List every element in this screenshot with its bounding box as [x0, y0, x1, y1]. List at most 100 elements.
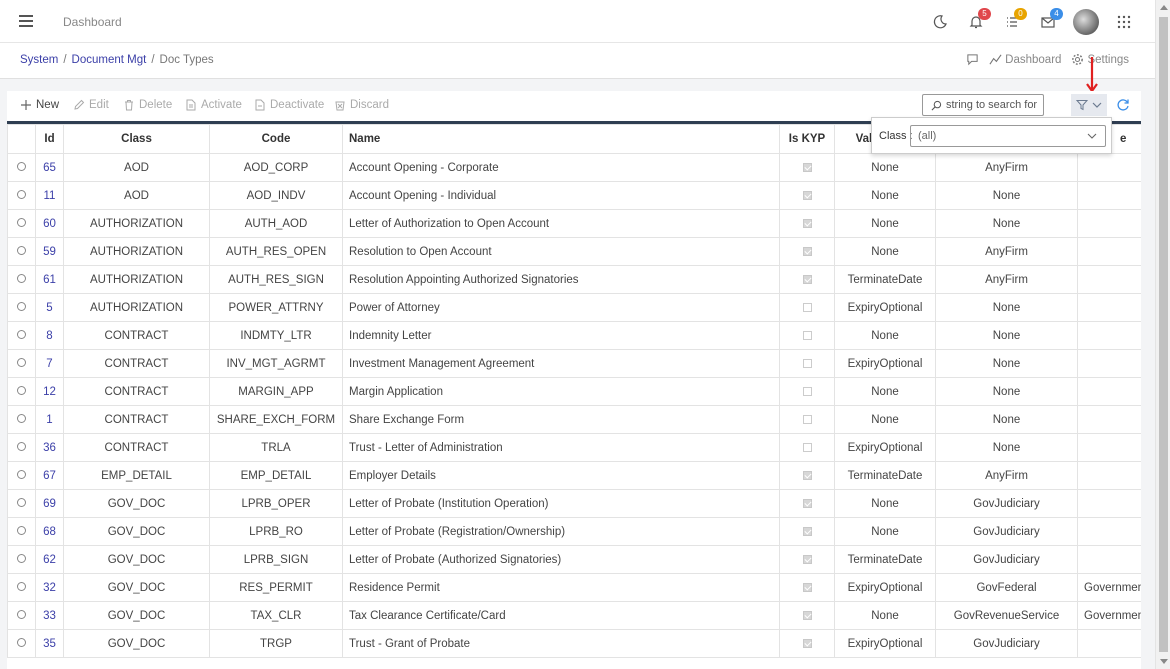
radio-button[interactable]: [17, 301, 26, 311]
cell-id[interactable]: 8: [35, 321, 64, 350]
user-avatar[interactable]: [1073, 9, 1099, 35]
cell-scope: None: [935, 349, 1078, 378]
cell-id[interactable]: 11: [35, 181, 64, 210]
cell-id[interactable]: 68: [35, 517, 64, 546]
table-row[interactable]: 69 GOV_DOC LPRB_OPER Letter of Probate (Ins…: [7, 489, 1141, 518]
search-input[interactable]: [946, 99, 1038, 111]
radio-button[interactable]: [17, 553, 26, 563]
discard-button[interactable]: Discard: [334, 99, 389, 111]
breadcrumb-system[interactable]: System: [20, 54, 58, 66]
cell-id[interactable]: 69: [35, 489, 64, 518]
cell-id[interactable]: 61: [35, 265, 64, 294]
menu-icon[interactable]: [19, 15, 33, 27]
cell-id[interactable]: 36: [35, 433, 64, 462]
table-row[interactable]: 8 CONTRACT INDMTY_LTR Indemnity Letter None N…: [7, 321, 1141, 350]
activate-button[interactable]: Activate: [185, 99, 242, 111]
cell-scope: GovJudiciary: [935, 629, 1078, 658]
cell-id[interactable]: 65: [35, 153, 64, 182]
cell-extra: [1077, 461, 1141, 490]
radio-button[interactable]: [17, 273, 26, 283]
cell-code: SHARE_EXCH_FORM: [209, 405, 343, 434]
column-header-is-kyp[interactable]: Is KYP: [779, 124, 835, 154]
radio-button[interactable]: [17, 385, 26, 395]
cell-class: AOD: [63, 153, 210, 182]
cell-class: GOV_DOC: [63, 489, 210, 518]
cell-id[interactable]: 12: [35, 377, 64, 406]
radio-button[interactable]: [17, 581, 26, 591]
filter-button[interactable]: [1071, 94, 1107, 116]
new-button[interactable]: New: [20, 99, 59, 111]
radio-button[interactable]: [17, 217, 26, 227]
scrollbar-thumb[interactable]: [1159, 17, 1168, 652]
apps-grid-icon[interactable]: [1113, 11, 1135, 33]
radio-button[interactable]: [17, 525, 26, 535]
table-row[interactable]: 36 CONTRACT TRLA Trust - Letter of Administ…: [7, 433, 1141, 462]
breadcrumb-document-mgt[interactable]: Document Mgt: [72, 54, 147, 66]
tasks-list-icon[interactable]: 0: [1001, 8, 1027, 33]
dashboard-link[interactable]: Dashboard: [989, 53, 1061, 66]
radio-button[interactable]: [17, 161, 26, 171]
radio-button[interactable]: [17, 497, 26, 507]
cell-extra: [1077, 321, 1141, 350]
radio-button[interactable]: [17, 329, 26, 339]
cell-id[interactable]: 7: [35, 349, 64, 378]
table-row[interactable]: 1 CONTRACT SHARE_EXCH_FORM Share Exchange F…: [7, 405, 1141, 434]
cell-id[interactable]: 67: [35, 461, 64, 490]
page-scrollbar[interactable]: [1155, 0, 1170, 669]
cell-id[interactable]: 62: [35, 545, 64, 574]
edit-button[interactable]: Edit: [73, 99, 109, 111]
table-row[interactable]: 32 GOV_DOC RES_PERMIT Residence Permit Expir…: [7, 573, 1141, 602]
delete-button[interactable]: Delete: [123, 99, 172, 111]
messages-envelope-icon[interactable]: 4: [1037, 8, 1063, 33]
column-header-id[interactable]: Id: [35, 124, 64, 154]
column-header-name[interactable]: Name: [342, 124, 780, 154]
table-row[interactable]: 62 GOV_DOC LPRB_SIGN Letter of Probate (Aut…: [7, 545, 1141, 574]
table-row[interactable]: 35 GOV_DOC TRGP Trust - Grant of Probate Exp…: [7, 629, 1141, 658]
table-row[interactable]: 5 AUTHORIZATION POWER_ATTRNY Power of Attor…: [7, 293, 1141, 322]
cell-id[interactable]: 60: [35, 209, 64, 238]
cell-id[interactable]: 59: [35, 237, 64, 266]
kyp-checkbox: [802, 526, 812, 536]
cell-id[interactable]: 1: [35, 405, 64, 434]
table-row[interactable]: 65 AOD AOD_CORP Account Opening - Corporate…: [7, 153, 1141, 182]
table-row[interactable]: 11 AOD AOD_INDV Account Opening - Individua…: [7, 181, 1141, 210]
comment-button[interactable]: [966, 53, 979, 66]
deactivate-button[interactable]: Deactivate: [254, 99, 324, 111]
radio-button[interactable]: [17, 637, 26, 647]
table-row[interactable]: 60 AUTHORIZATION AUTH_AOD Letter of Authori…: [7, 209, 1141, 238]
radio-button[interactable]: [17, 189, 26, 199]
table-row[interactable]: 67 EMP_DETAIL EMP_DETAIL Employer Details Te…: [7, 461, 1141, 490]
radio-button[interactable]: [17, 245, 26, 255]
radio-button[interactable]: [17, 469, 26, 479]
table-row[interactable]: 68 GOV_DOC LPRB_RO Letter of Probate (Regis…: [7, 517, 1141, 546]
radio-button[interactable]: [17, 609, 26, 619]
table-row[interactable]: 61 AUTHORIZATION AUTH_RES_SIGN Resolution A…: [7, 265, 1141, 294]
class-filter-select[interactable]: (all): [910, 125, 1106, 147]
scroll-down-arrow[interactable]: [1160, 659, 1168, 664]
cell-id[interactable]: 35: [35, 629, 64, 658]
table-row[interactable]: 33 GOV_DOC TAX_CLR Tax Clearance Certificat…: [7, 601, 1141, 630]
radio-button[interactable]: [17, 413, 26, 423]
cell-code: AUTH_RES_OPEN: [209, 237, 343, 266]
cell-class: GOV_DOC: [63, 545, 210, 574]
column-header-class[interactable]: Class: [63, 124, 210, 154]
dark-mode-icon[interactable]: [929, 11, 951, 33]
cell-id[interactable]: 32: [35, 573, 64, 602]
settings-link[interactable]: Settings: [1071, 53, 1129, 66]
table-row[interactable]: 7 CONTRACT INV_MGT_AGRMT Investment Managem…: [7, 349, 1141, 378]
notifications-bell-icon[interactable]: 5: [965, 8, 991, 33]
cell-validity: None: [834, 405, 936, 434]
radio-button[interactable]: [17, 441, 26, 451]
cell-scope: None: [935, 433, 1078, 462]
radio-button[interactable]: [17, 357, 26, 367]
refresh-icon[interactable]: [1116, 98, 1130, 112]
column-header-code[interactable]: Code: [209, 124, 343, 154]
table-row[interactable]: 12 CONTRACT MARGIN_APP Margin Application No…: [7, 377, 1141, 406]
scroll-up-arrow[interactable]: [1160, 5, 1168, 10]
cell-id[interactable]: 5: [35, 293, 64, 322]
cell-class: CONTRACT: [63, 377, 210, 406]
cell-id[interactable]: 33: [35, 601, 64, 630]
cell-class: GOV_DOC: [63, 601, 210, 630]
table-row[interactable]: 59 AUTHORIZATION AUTH_RES_OPEN Resolution t…: [7, 237, 1141, 266]
class-filter-value: (all): [918, 130, 937, 142]
